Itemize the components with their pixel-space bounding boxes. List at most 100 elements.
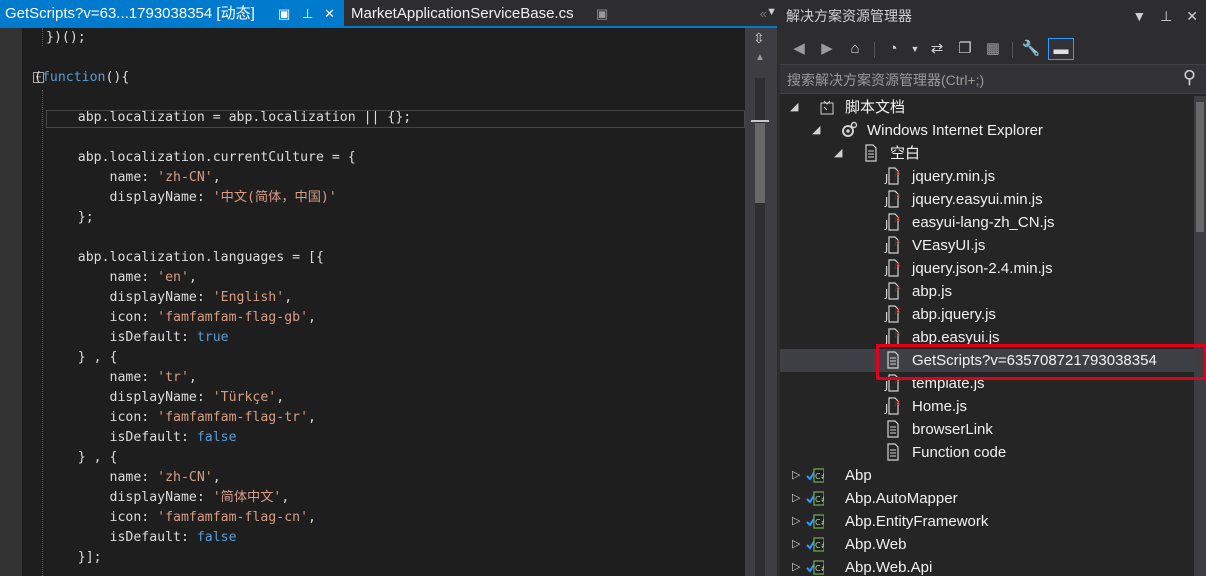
properties-wrench-icon[interactable]: 🔧 (1020, 38, 1042, 60)
code-line[interactable]: } , { (46, 448, 118, 468)
code-line[interactable]: (function(){ (34, 68, 129, 88)
code-line[interactable]: icon: 'famfamfam-flag-gb', (46, 308, 316, 328)
search-icon[interactable]: ⚲ (1183, 67, 1196, 88)
code-line[interactable]: icon: 'famfamfam-flag-tr', (46, 408, 316, 428)
tree-item[interactable]: ▷ C# Abp (780, 464, 1194, 487)
scroll-thumb[interactable] (755, 123, 765, 203)
close-icon[interactable]: ✕ (324, 0, 335, 28)
preview-selected-items-icon[interactable]: ▬ (1048, 38, 1074, 60)
csharp-project-icon: C# (806, 558, 840, 576)
tree-item[interactable]: J JS abp.js (780, 280, 1194, 303)
code-line[interactable]: displayName: '中文(简体，中国)' (46, 188, 337, 208)
expand-arrow-icon[interactable]: ▷ (792, 510, 800, 533)
show-all-files-icon[interactable]: ▦ (982, 38, 1004, 60)
expand-arrow-icon[interactable]: ▷ (792, 533, 800, 556)
search-box[interactable]: ⚲ (780, 64, 1206, 95)
tree-item-label: 脚本文档 (845, 99, 906, 116)
auto-hide-pin-icon[interactable]: ⊥ (1160, 8, 1172, 24)
tree-item[interactable]: ▷ C# Abp.Web.Api (780, 556, 1194, 576)
tree-item-label: 空白 (890, 145, 921, 162)
home-icon[interactable]: ⌂ (844, 38, 866, 60)
scroll-thumb[interactable] (1196, 102, 1204, 232)
tree-item[interactable]: browserLink (780, 418, 1194, 441)
tree-item[interactable]: J JS jquery.min.js (780, 165, 1194, 188)
tree-item[interactable]: J JS VEasyUI.js (780, 234, 1194, 257)
tab-overflow-icon[interactable]: « (760, 6, 767, 21)
tree-item[interactable]: ▷ C# Abp.EntityFramework (780, 510, 1194, 533)
tree-item[interactable]: J JS Home.js (780, 395, 1194, 418)
tab-marketapplicationservicebase[interactable]: MarketApplicationServiceBase.cs ▣ (344, 0, 614, 26)
code-line[interactable]: name: 'zh-CN', (46, 168, 221, 188)
tree-item[interactable]: ◢ 脚本文档 (780, 96, 1194, 119)
preview-pin-icon[interactable]: ▣ (596, 0, 608, 28)
code-line[interactable]: abp.localization.currentCulture = { (46, 148, 356, 168)
page-icon (884, 443, 902, 461)
tree-item-label: Abp.EntityFramework (845, 513, 989, 530)
code-line[interactable]: }; (46, 208, 94, 228)
tree-item[interactable]: J JS abp.jquery.js (780, 303, 1194, 326)
tree-item-label: jquery.json-2.4.min.js (912, 260, 1053, 277)
tree-item[interactable]: ▷ C# Abp.Web (780, 533, 1194, 556)
code-line[interactable]: displayName: 'English', (46, 288, 293, 308)
expand-arrow-icon[interactable]: ▷ (792, 556, 800, 576)
tree-item[interactable]: J JS jquery.json-2.4.min.js (780, 257, 1194, 280)
code-line[interactable]: }]; (46, 548, 102, 568)
panel-title-text: 解决方案资源管理器 (786, 8, 912, 24)
code-line[interactable]: isDefault: false (46, 528, 237, 548)
code-area[interactable]: − })(); (function(){ abp.localization = a… (22, 28, 745, 576)
code-line[interactable]: isDefault: true (46, 328, 229, 348)
code-line[interactable]: abp.localization.languages = [{ (46, 248, 324, 268)
tree-item[interactable]: J JS jquery.easyui.min.js (780, 188, 1194, 211)
close-icon[interactable]: ✕ (1186, 8, 1198, 24)
split-window-icon[interactable]: ⇳ (753, 30, 765, 47)
svg-text:JS: JS (894, 331, 901, 338)
pending-changes-filter-icon[interactable]: ◔ (882, 38, 904, 60)
tree-item[interactable]: ◢ Windows Internet Explorer (780, 119, 1194, 142)
tree-vertical-scrollbar[interactable] (1194, 96, 1206, 576)
expand-arrow-icon[interactable]: ▷ (792, 487, 800, 510)
document-tab-bar: GetScripts?v=63...1793038354 [动态] ▣ ⊥ ✕ … (0, 0, 777, 28)
editor-vertical-scrollbar[interactable]: ⇳ ▲ (745, 28, 777, 576)
svg-text:J: J (884, 195, 888, 208)
red-highlight-box (876, 344, 1206, 380)
tree-item[interactable]: Function code (780, 441, 1194, 464)
csharp-project-icon: C# (806, 512, 840, 530)
svg-text:J: J (884, 218, 888, 231)
tree-item[interactable]: J JS easyui-lang-zh_CN.js (780, 211, 1194, 234)
code-line[interactable]: abp.localization = abp.localization || {… (46, 108, 411, 128)
code-line[interactable]: })(); (46, 28, 86, 48)
js-file-icon: J JS (884, 213, 902, 231)
collapse-all-icon[interactable]: ❐ (954, 38, 976, 60)
collapse-arrow-icon[interactable]: ◢ (834, 142, 842, 165)
code-line[interactable]: displayName: 'Türkçe', (46, 388, 285, 408)
indent-guide (42, 28, 43, 46)
tree-item[interactable]: ◢ 空白 (780, 142, 1194, 165)
code-line[interactable]: isDefault: false (46, 428, 237, 448)
filter-dropdown-icon[interactable]: ▼ (904, 38, 926, 60)
tab-getscripts[interactable]: GetScripts?v=63...1793038354 [动态] ▣ ⊥ ✕ (0, 0, 344, 26)
js-file-icon: J JS (884, 397, 902, 415)
code-line[interactable]: displayName: '简体中文', (46, 488, 290, 508)
collapse-arrow-icon[interactable]: ◢ (790, 96, 798, 119)
search-input[interactable] (780, 65, 1179, 95)
code-line[interactable]: } , { (46, 348, 118, 368)
back-icon[interactable]: ◀ (788, 38, 810, 60)
solution-explorer-toolbar: ◀ ▶ ⌂ ◔ ▼ ⇄ ❐ ▦ 🔧 ▬ (780, 32, 1206, 64)
code-line[interactable]: icon: 'famfamfam-flag-cn', (46, 508, 316, 528)
svg-text:J: J (884, 264, 888, 277)
preview-pin-icon[interactable]: ▣ (278, 0, 290, 28)
pin-icon[interactable]: ⊥ (302, 0, 313, 28)
forward-icon[interactable]: ▶ (816, 38, 838, 60)
tree-item-label: browserLink (912, 421, 993, 438)
expand-arrow-icon[interactable]: ▷ (792, 464, 800, 487)
scroll-up-icon[interactable]: ▲ (755, 52, 765, 63)
tree-item[interactable]: ▷ C# Abp.AutoMapper (780, 487, 1194, 510)
code-line[interactable]: name: 'tr', (46, 368, 197, 388)
tree-item-label: Function code (912, 444, 1007, 461)
window-position-dropdown-icon[interactable]: ▼ (1132, 8, 1146, 24)
tab-dropdown-icon[interactable]: ▼ (766, 6, 777, 18)
code-line[interactable]: name: 'en', (46, 268, 197, 288)
collapse-arrow-icon[interactable]: ◢ (812, 119, 820, 142)
sync-with-active-document-icon[interactable]: ⇄ (926, 38, 948, 60)
code-line[interactable]: name: 'zh-CN', (46, 468, 221, 488)
